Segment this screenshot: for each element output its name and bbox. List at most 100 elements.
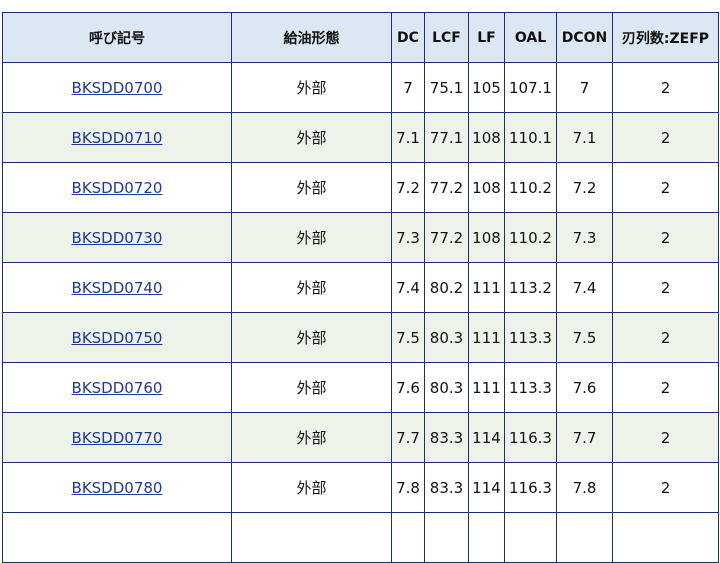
cell-partial [231,512,392,563]
cell-zefp: 2 [612,62,719,113]
header-dcon[interactable]: DCON [556,12,613,63]
cell-zefp: 2 [612,212,719,263]
header-lcf[interactable]: LCF [424,12,469,63]
cell-lf: 111 [468,262,505,313]
cell-lf: 114 [468,462,505,513]
cell-zefp: 2 [612,162,719,213]
cell-zefp: 2 [612,312,719,363]
cell-oal: 113.3 [504,312,557,363]
model-code-link[interactable]: BKSDD0770 [72,429,163,447]
cell-model-code: BKSDD0780 [2,462,232,513]
cell-dc: 7.6 [391,362,425,413]
cell-dc: 7.7 [391,412,425,463]
cell-coolant-type: 外部 [231,112,392,163]
cell-dcon: 7.4 [556,262,613,313]
header-coolant-type[interactable]: 給油形態 [231,12,392,63]
header-model-code[interactable]: 呼び記号 [2,12,232,63]
cell-model-code: BKSDD0710 [2,112,232,163]
cell-model-code: BKSDD0770 [2,412,232,463]
table-row: BKSDD0760 外部 7.6 80.3 111 113.3 7.6 2 [2,362,719,413]
table-row: BKSDD0770 外部 7.7 83.3 114 116.3 7.7 2 [2,412,719,463]
model-code-link[interactable]: BKSDD0720 [72,179,163,197]
model-code-link[interactable]: BKSDD0760 [72,379,163,397]
cell-oal: 110.1 [504,112,557,163]
cell-partial [504,512,557,563]
cell-dc: 7.4 [391,262,425,313]
cell-dcon: 7 [556,62,613,113]
cell-partial [468,512,505,563]
table-row: BKSDD0750 外部 7.5 80.3 111 113.3 7.5 2 [2,312,719,363]
table-row: BKSDD0720 外部 7.2 77.2 108 110.2 7.2 2 [2,162,719,213]
cell-zefp: 2 [612,362,719,413]
table-header-row: 呼び記号 給油形態 DC LCF LF OAL DCON 刃列数:ZEFP [2,12,719,63]
cell-lf: 108 [468,162,505,213]
cell-dc: 7.8 [391,462,425,513]
header-oal[interactable]: OAL [504,12,557,63]
cell-coolant-type: 外部 [231,162,392,213]
cell-coolant-type: 外部 [231,362,392,413]
cell-lf: 111 [468,362,505,413]
cell-lcf: 80.2 [424,262,469,313]
model-code-link[interactable]: BKSDD0740 [72,279,163,297]
cell-partial [391,512,425,563]
table-row: BKSDD0730 外部 7.3 77.2 108 110.2 7.3 2 [2,212,719,263]
model-code-link[interactable]: BKSDD0700 [72,79,163,97]
cell-lf: 111 [468,312,505,363]
cell-partial [556,512,613,563]
cell-zefp: 2 [612,262,719,313]
cell-model-code: BKSDD0760 [2,362,232,413]
cell-oal: 107.1 [504,62,557,113]
table-row: BKSDD0780 外部 7.8 83.3 114 116.3 7.8 2 [2,462,719,513]
cell-lcf: 80.3 [424,312,469,363]
model-code-link[interactable]: BKSDD0780 [72,479,163,497]
header-zefp[interactable]: 刃列数:ZEFP [612,12,719,63]
cell-lcf: 83.3 [424,412,469,463]
cell-lcf: 75.1 [424,62,469,113]
cell-dcon: 7.2 [556,162,613,213]
cell-dc: 7.5 [391,312,425,363]
cell-coolant-type: 外部 [231,462,392,513]
cell-partial [2,512,232,563]
cell-partial [612,512,719,563]
cell-model-code: BKSDD0720 [2,162,232,213]
cell-dcon: 7.7 [556,412,613,463]
cell-oal: 116.3 [504,462,557,513]
cell-oal: 113.3 [504,362,557,413]
cell-lcf: 77.2 [424,162,469,213]
cell-model-code: BKSDD0730 [2,212,232,263]
cell-dc: 7.1 [391,112,425,163]
cell-dcon: 7.3 [556,212,613,263]
cell-dc: 7 [391,62,425,113]
cell-zefp: 2 [612,112,719,163]
table-row: BKSDD0740 外部 7.4 80.2 111 113.2 7.4 2 [2,262,719,313]
cell-coolant-type: 外部 [231,312,392,363]
cell-coolant-type: 外部 [231,212,392,263]
cell-dcon: 7.6 [556,362,613,413]
cell-lf: 114 [468,412,505,463]
cell-lcf: 80.3 [424,362,469,413]
cell-lcf: 77.2 [424,212,469,263]
model-code-link[interactable]: BKSDD0730 [72,229,163,247]
cell-oal: 116.3 [504,412,557,463]
header-dc[interactable]: DC [391,12,425,63]
cell-oal: 113.2 [504,262,557,313]
cell-coolant-type: 外部 [231,262,392,313]
cell-lf: 108 [468,112,505,163]
cell-lf: 108 [468,212,505,263]
spec-table: 呼び記号 給油形態 DC LCF LF OAL DCON 刃列数:ZEFP BK… [2,12,719,563]
cell-coolant-type: 外部 [231,62,392,113]
table-row-partial [2,512,719,563]
cell-dc: 7.3 [391,212,425,263]
cell-coolant-type: 外部 [231,412,392,463]
model-code-link[interactable]: BKSDD0710 [72,129,163,147]
cell-oal: 110.2 [504,212,557,263]
table-row: BKSDD0700 外部 7 75.1 105 107.1 7 2 [2,62,719,113]
cell-model-code: BKSDD0740 [2,262,232,313]
model-code-link[interactable]: BKSDD0750 [72,329,163,347]
cell-lcf: 83.3 [424,462,469,513]
header-lf[interactable]: LF [468,12,505,63]
cell-model-code: BKSDD0750 [2,312,232,363]
cell-model-code: BKSDD0700 [2,62,232,113]
table-body: BKSDD0700 外部 7 75.1 105 107.1 7 2 BKSDD0710 外部 7.1… [2,62,719,563]
cell-lcf: 77.1 [424,112,469,163]
